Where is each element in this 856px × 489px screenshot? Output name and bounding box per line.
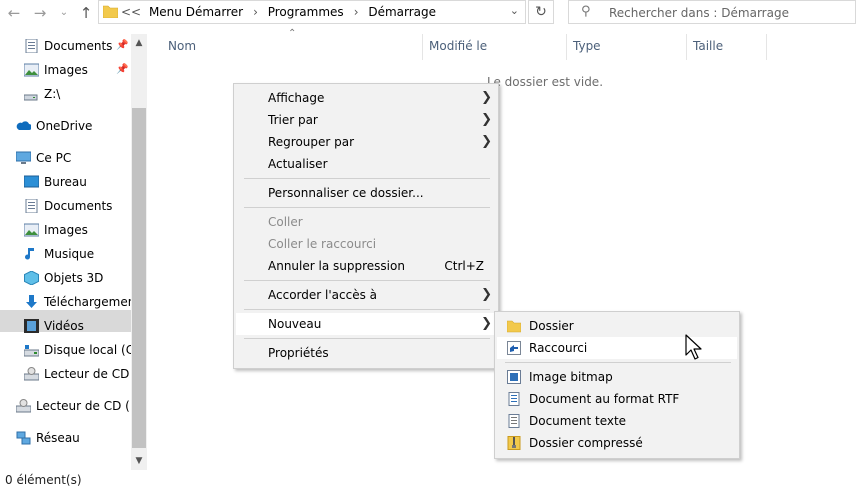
pin-icon[interactable]: 📌: [116, 40, 128, 51]
empty-folder-message: Le dossier est vide.: [487, 75, 604, 89]
menu-separator: [244, 207, 490, 208]
menu-separator: [244, 280, 490, 281]
film-icon: [24, 319, 39, 333]
search-box[interactable]: ⚲ Rechercher dans : Démarrage: [568, 0, 856, 24]
documents-icon: [25, 39, 38, 53]
computer-icon: [16, 151, 31, 164]
menu-item-nouveau[interactable]: Nouveau ❯: [236, 313, 496, 335]
status-item-count: 0 élément(s): [5, 473, 82, 487]
menu-separator: [505, 362, 731, 363]
context-menu: Affichage ❯ Trier par ❯ Regrouper par ❯ …: [233, 83, 499, 369]
hard-drive-icon: [24, 345, 39, 357]
address-dropdown-icon[interactable]: ⌄: [510, 4, 519, 17]
desktop-icon: [24, 175, 39, 188]
images-icon: [24, 223, 39, 237]
menu-separator: [244, 178, 490, 179]
network-icon: [16, 431, 31, 445]
scroll-up-icon[interactable]: ▲: [131, 36, 147, 50]
menu-item-coller-raccourci[interactable]: Coller le raccourci: [236, 233, 496, 255]
column-header-size[interactable]: Taille: [693, 39, 723, 53]
download-arrow-icon: [26, 295, 37, 308]
sidebar-scrollbar[interactable]: ▲ ▼: [131, 34, 147, 470]
zip-folder-icon: [507, 436, 521, 450]
up-icon[interactable]: ↑: [76, 3, 96, 23]
breadcrumb-demarrage[interactable]: Démarrage: [368, 5, 436, 19]
sort-ascending-icon: ⌃: [288, 28, 297, 39]
shortcut-icon: [507, 341, 521, 355]
forward-icon[interactable]: →: [30, 3, 50, 23]
back-icon[interactable]: ←: [4, 3, 24, 23]
menu-separator: [244, 338, 490, 339]
recent-locations-chevron-icon[interactable]: ⌄: [54, 3, 74, 23]
menu-item-actualiser[interactable]: Actualiser: [236, 153, 496, 175]
column-header-name[interactable]: Nom: [168, 39, 196, 53]
breadcrumb-menu-demarrer[interactable]: Menu Démarrer: [149, 5, 243, 19]
chevron-right-icon: ❯: [481, 112, 492, 127]
chevron-right-icon[interactable]: ›: [354, 5, 359, 19]
address-bar[interactable]: << Menu Démarrer › Programmes › Démarrage …: [98, 0, 526, 24]
network-drive-icon: [24, 94, 38, 101]
address-toolbar: ← → ⌄ ↑ << Menu Démarrer › Programmes › Dé…: [0, 0, 856, 26]
menu-item-regrouper-par[interactable]: Regrouper par ❯: [236, 131, 496, 153]
scrollbar-thumb[interactable]: [132, 108, 146, 448]
breadcrumb-programmes[interactable]: Programmes: [268, 5, 344, 19]
menu-item-proprietes[interactable]: Propriétés: [236, 342, 496, 364]
breadcrumb-overflow[interactable]: <<: [121, 5, 141, 19]
music-note-icon: [25, 248, 34, 260]
bitmap-icon: [507, 370, 521, 384]
cd-drive-icon: [16, 399, 31, 413]
column-divider[interactable]: [566, 34, 567, 60]
menu-separator: [244, 309, 490, 310]
text-document-icon: [508, 414, 520, 428]
column-divider[interactable]: [686, 34, 687, 60]
rtf-document-icon: [508, 392, 520, 406]
shortcut-label: Ctrl+Z: [444, 259, 484, 273]
cloud-icon: [16, 121, 31, 130]
search-placeholder: Rechercher dans : Démarrage: [609, 6, 789, 20]
mouse-cursor-icon: [685, 334, 702, 360]
menu-item-affichage[interactable]: Affichage ❯: [236, 87, 496, 109]
chevron-right-icon: ❯: [481, 90, 492, 105]
submenu-item-dossier-compresse[interactable]: Dossier compressé: [497, 432, 737, 454]
refresh-icon[interactable]: ↻: [528, 0, 554, 24]
submenu-item-document-texte[interactable]: Document texte: [497, 410, 737, 432]
folder-icon: [103, 5, 118, 18]
menu-item-personnaliser[interactable]: Personnaliser ce dossier...: [236, 182, 496, 204]
images-icon: [24, 63, 39, 77]
cd-drive-icon: [24, 367, 39, 381]
menu-item-annuler-suppression[interactable]: Annuler la suppression Ctrl+Z: [236, 255, 496, 277]
breadcrumb: << Menu Démarrer › Programmes › Démarrage: [121, 5, 440, 19]
chevron-right-icon: ❯: [481, 316, 492, 331]
scroll-down-icon[interactable]: ▼: [131, 454, 147, 468]
folder-icon: [507, 320, 521, 333]
column-header-modified[interactable]: Modifié le: [429, 39, 487, 53]
chevron-right-icon[interactable]: ›: [253, 5, 258, 19]
submenu-item-image-bitmap[interactable]: Image bitmap: [497, 366, 737, 388]
chevron-right-icon: ❯: [481, 134, 492, 149]
menu-item-coller[interactable]: Coller: [236, 211, 496, 233]
cube-icon: [24, 271, 39, 285]
chevron-right-icon: ❯: [481, 287, 492, 302]
column-divider[interactable]: [766, 34, 767, 60]
search-icon: ⚲: [581, 4, 591, 19]
menu-item-accorder-acces[interactable]: Accorder l'accès à ❯: [236, 284, 496, 306]
column-divider[interactable]: [422, 34, 423, 60]
documents-icon: [25, 199, 38, 213]
pin-icon[interactable]: 📌: [116, 64, 128, 75]
submenu-item-document-rtf[interactable]: Document au format RTF: [497, 388, 737, 410]
column-header-type[interactable]: Type: [573, 39, 601, 53]
menu-item-trier-par[interactable]: Trier par ❯: [236, 109, 496, 131]
